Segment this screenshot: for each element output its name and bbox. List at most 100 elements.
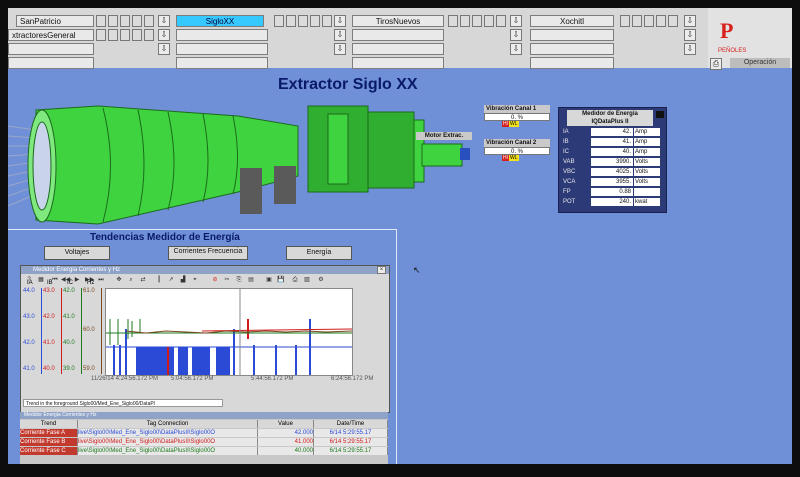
down-arrow-icon[interactable]: ⇩ — [334, 29, 346, 41]
axis-line — [81, 288, 82, 374]
nav-empty-slot[interactable] — [352, 43, 444, 55]
nav-sanpatricio[interactable]: SanPatricio — [16, 15, 94, 27]
energia-button[interactable]: Energía — [286, 246, 352, 260]
nav-button[interactable] — [620, 15, 630, 27]
nav-xochitl[interactable]: Xochitl — [530, 15, 614, 27]
nav-empty-slot[interactable] — [176, 57, 268, 69]
nav-tirosnuevos[interactable]: TirosNuevos — [352, 15, 444, 27]
cursor-icon[interactable]: ⌖ — [191, 276, 199, 284]
down-arrow-icon[interactable]: ⇩ — [158, 29, 170, 41]
nav-button[interactable] — [108, 29, 118, 41]
nav-button[interactable] — [286, 15, 296, 27]
nav-button[interactable] — [496, 15, 506, 27]
nav-sigloxx[interactable]: SigloXX — [176, 15, 264, 27]
fan-housing — [367, 111, 415, 189]
down-arrow-icon[interactable]: ⇩ — [684, 43, 696, 55]
nav-button[interactable] — [274, 15, 284, 27]
company-logo: P PEÑOLES ⎙ Operación — [708, 8, 792, 70]
export-icon[interactable]: ▧ — [303, 276, 311, 284]
nav-empty-slot[interactable] — [352, 57, 444, 69]
vibration-value: 0. % — [484, 113, 550, 121]
motor-indicator — [460, 148, 470, 160]
copy-icon[interactable]: ⎘ — [235, 276, 243, 284]
nav-extractores-general[interactable]: xtractoresGeneral — [8, 29, 94, 41]
page-title: Extractor Siglo XX — [278, 76, 418, 93]
down-arrow-icon[interactable]: ⇩ — [334, 15, 346, 27]
voltajes-button[interactable]: Voltajes — [44, 246, 110, 260]
grid-icon[interactable]: ▦ — [37, 276, 45, 284]
nav-button[interactable] — [460, 15, 470, 27]
nav-button[interactable] — [132, 29, 142, 41]
corrientes-frecuencia-button[interactable]: Corrientes Frecuencia — [168, 246, 248, 260]
logo-text: PEÑOLES — [718, 48, 747, 54]
nav-empty-slot[interactable] — [8, 43, 94, 55]
nav-button[interactable] — [668, 15, 678, 27]
down-arrow-icon[interactable]: ⇩ — [510, 29, 522, 41]
save-icon[interactable]: 💾 — [277, 276, 285, 284]
skip-forward-icon[interactable]: ⏭ — [97, 276, 105, 284]
nav-empty-slot[interactable] — [530, 43, 614, 55]
scroll-icon[interactable]: ⇄ — [139, 276, 147, 284]
nav-button[interactable] — [448, 15, 458, 27]
zoom-icon[interactable]: ⌕ — [127, 276, 135, 284]
print-icon[interactable]: ⎙ — [291, 276, 299, 284]
printer-icon[interactable]: ⎙ — [710, 58, 722, 70]
nav-button[interactable] — [120, 29, 130, 41]
play-icon[interactable]: ▶ — [73, 276, 81, 284]
down-arrow-icon[interactable]: ⇩ — [334, 43, 346, 55]
chart-type-icon[interactable]: ▟ — [179, 276, 187, 284]
down-arrow-icon[interactable]: ⇩ — [158, 43, 170, 55]
nav-empty-slot[interactable] — [530, 57, 614, 69]
down-arrow-icon[interactable]: ⇩ — [510, 15, 522, 27]
down-arrow-icon[interactable]: ⇩ — [510, 43, 522, 55]
nav-button[interactable] — [644, 15, 654, 27]
nav-button[interactable] — [632, 15, 642, 27]
down-arrow-icon[interactable]: ⇩ — [158, 15, 170, 27]
nav-button[interactable] — [96, 29, 106, 41]
down-arrow-icon[interactable]: ⇩ — [684, 15, 696, 27]
nav-button[interactable] — [144, 29, 154, 41]
chart-icon[interactable]: ┃ — [155, 276, 163, 284]
image-icon[interactable]: ▣ — [265, 276, 273, 284]
trend-plot-area[interactable] — [105, 288, 353, 376]
nav-button[interactable] — [322, 15, 332, 27]
trend-icon[interactable]: ↗ — [167, 276, 175, 284]
nav-empty-slot[interactable] — [8, 57, 94, 69]
nav-empty-slot[interactable] — [530, 29, 614, 41]
nav-button[interactable] — [132, 15, 142, 27]
nav-button[interactable] — [120, 15, 130, 27]
nav-button[interactable] — [144, 15, 154, 27]
nav-button[interactable] — [656, 15, 666, 27]
close-icon[interactable]: × — [377, 266, 386, 274]
pan-icon[interactable]: ✥ — [115, 276, 123, 284]
nav-button[interactable] — [108, 15, 118, 27]
settings-icon[interactable]: ⚙ — [317, 276, 325, 284]
nav-button[interactable] — [484, 15, 494, 27]
nav-empty-slot[interactable] — [352, 29, 444, 41]
nav-button[interactable] — [96, 15, 106, 27]
fan-flange — [327, 113, 349, 185]
motor-body — [421, 143, 463, 167]
nav-button[interactable] — [472, 15, 482, 27]
nav-button[interactable] — [310, 15, 320, 27]
operation-button[interactable]: Operación — [730, 58, 790, 68]
stop-icon[interactable]: ⊘ — [211, 276, 219, 284]
cut-icon[interactable]: ✂ — [223, 276, 231, 284]
scada-screen: SanPatricio ⇩ SigloXX ⇩ TirosNuevos ⇩ Xo… — [8, 8, 792, 464]
nav-empty-slot[interactable] — [176, 29, 268, 41]
nav-button[interactable] — [298, 15, 308, 27]
time-tick: 6:24:56.172 PM — [331, 376, 374, 382]
table-row[interactable]: Corriente Fase C live\Siglo00\Med_Ene_Si… — [20, 447, 388, 455]
vibration-label: Vibración Canal 1 — [484, 105, 550, 113]
trend-window-title: Medidor Energia Corrientes y Hz — [21, 266, 389, 274]
vibration-channel-1: Vibración Canal 1 0. % HI WL — [484, 105, 550, 127]
nav-empty-slot[interactable] — [176, 43, 268, 55]
down-arrow-icon[interactable]: ⇩ — [684, 29, 696, 41]
vibration-channel-2: Vibración Canal 2 0. % HI WL — [484, 139, 550, 161]
penoles-logo-mark: P — [720, 18, 734, 43]
table-row[interactable]: Corriente Fase B live\Siglo00\Med_Ene_Si… — [20, 438, 388, 446]
meter-status-indicator — [656, 111, 664, 118]
trend-panel: Tendencias Medidor de Energía Voltajes C… — [8, 229, 397, 464]
table-row[interactable]: Corriente Fase A live\Siglo00\Med_Ene_Si… — [20, 429, 388, 437]
paste-icon[interactable]: ▤ — [247, 276, 255, 284]
